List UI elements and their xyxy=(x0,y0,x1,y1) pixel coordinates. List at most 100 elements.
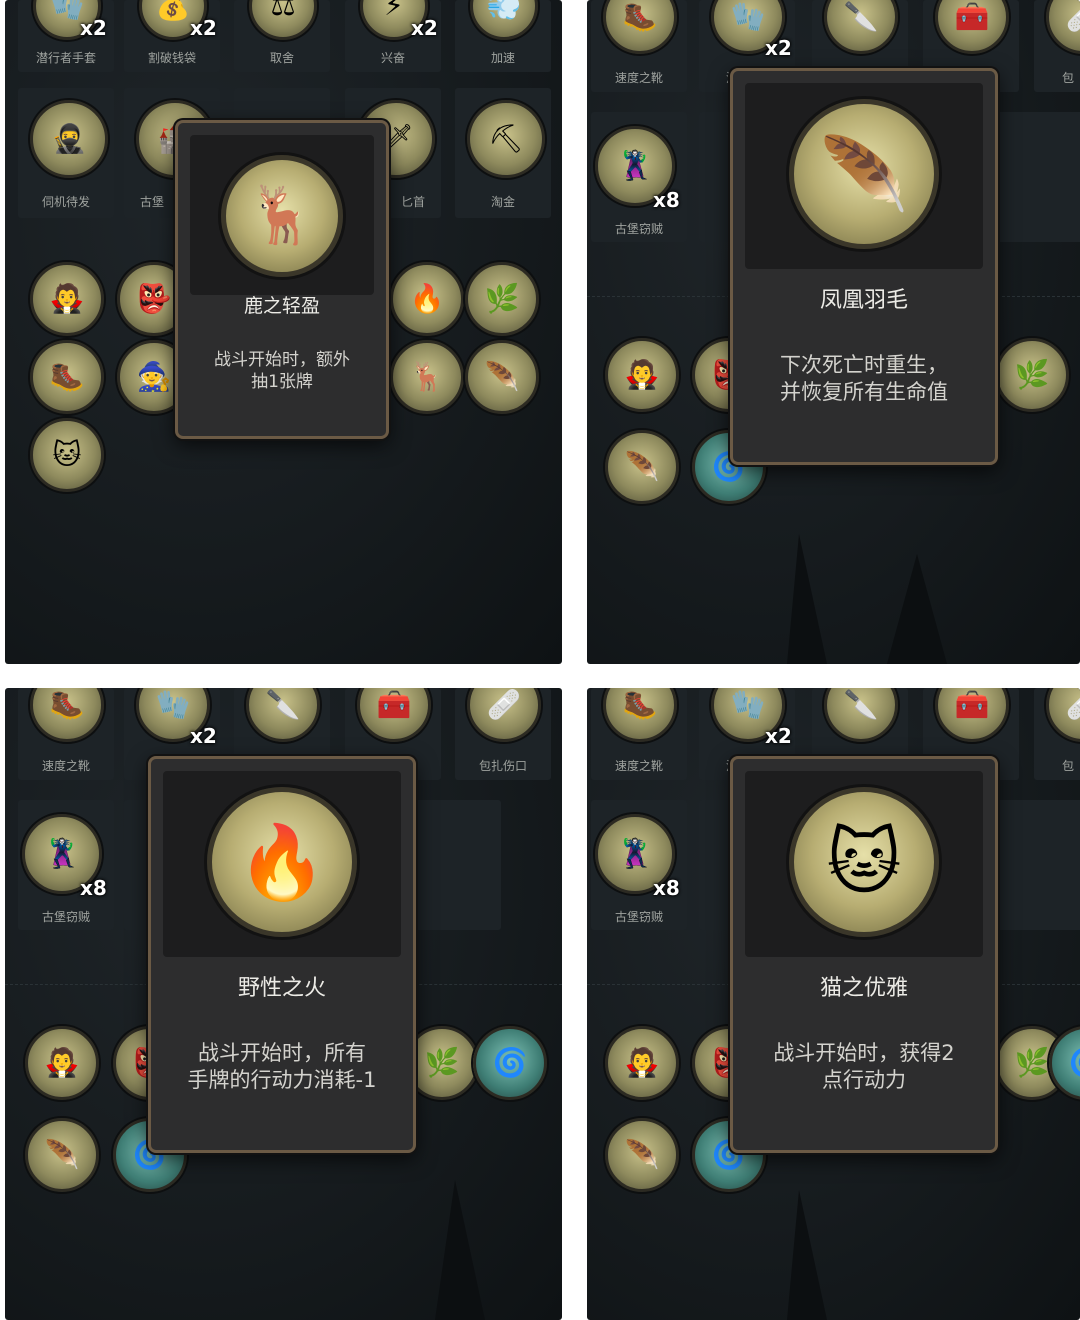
relic-slot[interactable]: 🦹 x8 古堡窃贼 xyxy=(18,800,114,930)
relic-slot[interactable]: ⚡ x2 兴奋 xyxy=(345,0,441,72)
relic-slot[interactable] xyxy=(997,800,1080,930)
count-badge: x2 xyxy=(765,724,792,748)
count-badge: x2 xyxy=(190,16,217,40)
nature-icon[interactable]: 🌿 xyxy=(405,1026,479,1100)
chest-icon: 🧰 xyxy=(935,688,1009,742)
count-badge: x2 xyxy=(80,16,107,40)
relic-label: 割破钱袋 xyxy=(147,51,196,65)
panel-relics-phoenix: 🥾 速度之靴 🧤 x2 潜 🔪 🧰 🩹 包 🦹 x8 古堡窃贼 🧛 👺 🌿 🪶 … xyxy=(587,0,1080,664)
count-badge: x2 xyxy=(411,16,438,40)
relic-label: 古堡窃贼 xyxy=(614,910,663,924)
chest-icon: 🧰 xyxy=(357,688,431,742)
tooltip-art: 🔥 xyxy=(163,771,401,957)
storm-icon[interactable]: 🌀 xyxy=(473,1026,547,1100)
relic-slot[interactable]: 💨 加速 xyxy=(455,0,551,72)
deer-icon: 🦌 xyxy=(221,155,343,277)
bandage-icon: 🩹 xyxy=(1046,688,1080,742)
tooltip-desc-line2: 并恢复所有生命值 xyxy=(780,380,948,404)
boot-icon: 🥾 xyxy=(30,688,104,742)
blade-icon: 🔪 xyxy=(824,688,898,742)
relic-slot[interactable]: ⛏ 淘金 xyxy=(455,88,551,218)
chest-icon: 🧰 xyxy=(935,0,1009,54)
panel-relics-cat: 🥾 速度之靴 🧤 x2 潜 🔪 🧰 🩹 包 🦹 x8 古堡窃贼 🧛 👺 🌿 🌀 … xyxy=(587,688,1080,1320)
background-spike xyxy=(887,554,947,664)
tooltip-desc-line2: 点行动力 xyxy=(822,1068,906,1092)
boot-icon[interactable]: 🥾 xyxy=(30,340,104,414)
cat-icon: 🐱 xyxy=(789,787,939,937)
gold-pan-icon: ⛏ xyxy=(467,100,545,178)
bandage-icon: 🩹 xyxy=(1046,0,1080,54)
relic-label: 古堡窃贼 xyxy=(41,910,90,924)
tooltip-art: 🦌 xyxy=(190,135,374,295)
relic-tooltip: 🪶 凤凰羽毛 下次死亡时重生， 并恢复所有生命值 xyxy=(730,68,998,465)
boot-icon: 🥾 xyxy=(603,0,677,54)
thief-icon[interactable]: 🧛 xyxy=(605,338,679,412)
background-spike xyxy=(787,1190,827,1320)
tooltip-title: 野性之火 xyxy=(237,976,326,1001)
relic-slot[interactable]: ⚖ 取舍 xyxy=(234,0,330,72)
relic-slot[interactable] xyxy=(997,112,1080,242)
phoenix-feather-icon[interactable]: 🪶 xyxy=(605,430,679,504)
relic-slot[interactable] xyxy=(405,800,501,930)
tooltip-desc-line1: 战斗开始时，所有 xyxy=(198,1041,366,1065)
relic-label: 包 xyxy=(1061,759,1074,773)
panel-relics-fire: 🥾 速度之靴 🧤 x2 潜 🔪 🧰 🩹 包扎伤口 🦹 x8 古堡窃贼 🧛 👺 🌿… xyxy=(5,688,562,1320)
thief-icon[interactable]: 🧛 xyxy=(25,1026,99,1100)
relic-tooltip: 🦌 鹿之轻盈 战斗开始时，额外 抽1张牌 xyxy=(175,120,389,439)
deer-icon[interactable]: 🦌 xyxy=(390,340,464,414)
count-badge: x2 xyxy=(765,36,792,60)
thief-icon[interactable]: 🧛 xyxy=(30,262,104,336)
relic-label: 匕首 xyxy=(400,195,425,209)
relic-slot[interactable]: 🩹 包扎伤口 xyxy=(455,688,551,780)
relic-label: 包 xyxy=(1061,71,1074,85)
relic-slot[interactable]: 🩹 包 xyxy=(1034,688,1080,780)
tooltip-art: 🪶 xyxy=(745,83,983,269)
speed-icon: 💨 xyxy=(470,0,538,40)
tooltip-title: 凤凰羽毛 xyxy=(819,288,908,313)
phoenix-feather-icon[interactable]: 🪶 xyxy=(465,340,539,414)
bandage-icon: 🩹 xyxy=(467,688,541,742)
count-badge: x2 xyxy=(190,724,217,748)
nature-icon[interactable]: 🌿 xyxy=(995,338,1069,412)
relic-slot[interactable]: 💰 x2 割破钱袋 xyxy=(124,0,220,72)
relic-tooltip: 🔥 野性之火 战斗开始时，所有 手牌的行动力消耗-1 xyxy=(148,756,416,1153)
relic-slot[interactable]: 🩹 包 xyxy=(1034,0,1080,92)
background-spike xyxy=(435,1180,485,1320)
relic-label: 加速 xyxy=(490,51,515,65)
phoenix-feather-icon[interactable]: 🪶 xyxy=(605,1118,679,1192)
relic-label: 取舍 xyxy=(269,51,294,65)
tooltip-desc-line2: 抽1张牌 xyxy=(251,372,313,392)
wild-fire-icon[interactable]: 🔥 xyxy=(390,262,464,336)
tooltip-desc-line2: 手牌的行动力消耗-1 xyxy=(187,1068,377,1092)
blade-icon: 🔪 xyxy=(824,0,898,54)
nature-icon[interactable]: 🌿 xyxy=(465,262,539,336)
relic-slot[interactable]: 🧤 x2 潜行者手套 xyxy=(18,0,114,72)
tooltip-desc-line1: 下次死亡时重生， xyxy=(780,353,948,377)
panel-relics-deer: 🧤 x2 潜行者手套 💰 x2 割破钱袋 ⚖ 取舍 ⚡ x2 兴奋 💨 加速 🥷… xyxy=(5,0,562,664)
cat-icon[interactable]: 🐱 xyxy=(30,418,104,492)
relic-label: 潜行者手套 xyxy=(35,51,96,65)
relic-label: 兴奋 xyxy=(380,51,405,65)
thief-icon[interactable]: 🧛 xyxy=(605,1026,679,1100)
relic-tooltip: 🐱 猫之优雅 战斗开始时，获得2 点行动力 xyxy=(730,756,998,1153)
phoenix-feather-icon[interactable]: 🪶 xyxy=(25,1118,99,1192)
tooltip-desc-line1: 战斗开始时，获得2 xyxy=(773,1041,955,1065)
count-badge: x8 xyxy=(653,876,680,900)
wild-fire-icon: 🔥 xyxy=(207,787,357,937)
count-badge: x8 xyxy=(80,876,107,900)
boot-icon: 🥾 xyxy=(603,688,677,742)
count-badge: x8 xyxy=(653,188,680,212)
phoenix-feather-icon: 🪶 xyxy=(789,99,939,249)
relic-label: 包扎伤口 xyxy=(478,759,527,773)
scale-icon: ⚖ xyxy=(249,0,317,40)
background-spike xyxy=(787,534,827,664)
tooltip-title: 鹿之轻盈 xyxy=(243,295,320,317)
hooded-figure-icon: 🥷 xyxy=(30,100,108,178)
tooltip-art: 🐱 xyxy=(745,771,983,957)
relic-slot[interactable]: 🦹 x8 古堡窃贼 xyxy=(591,800,687,930)
relic-slot[interactable]: 🦹 x8 古堡窃贼 xyxy=(591,112,687,242)
blade-icon: 🔪 xyxy=(246,688,320,742)
relic-label: 淘金 xyxy=(490,195,515,209)
relic-label: 古堡窃贼 xyxy=(614,222,663,236)
tooltip-title: 猫之优雅 xyxy=(819,976,908,1001)
